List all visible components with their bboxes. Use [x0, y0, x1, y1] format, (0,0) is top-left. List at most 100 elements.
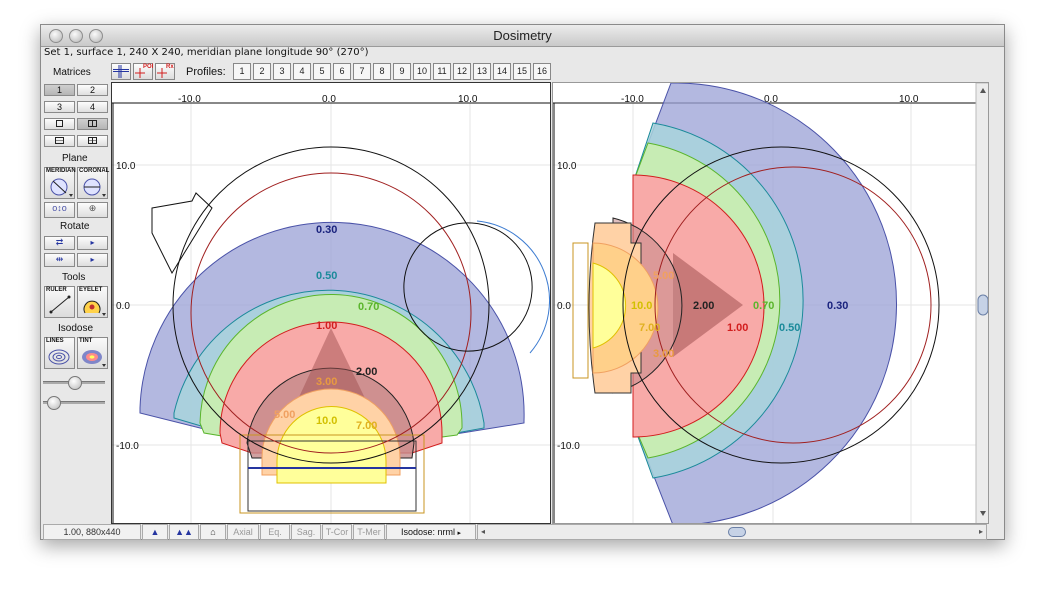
horizontal-scroll-thumb[interactable] [728, 527, 746, 537]
layout-split-vertical-button[interactable] [77, 118, 108, 130]
right-label-1000: 10.0 [631, 300, 652, 312]
tools-label: Tools [62, 272, 86, 283]
contrast-slider-knob[interactable] [47, 396, 61, 410]
coronal-label: CORONAL [79, 168, 110, 174]
title-bar[interactable]: Dosimetry [41, 25, 1004, 47]
axial-view-button[interactable]: Axial [227, 524, 259, 540]
contrast-slider[interactable] [43, 396, 105, 410]
matrix-button-4[interactable]: 4 [77, 101, 108, 113]
profile-button-1[interactable]: 1 [233, 63, 251, 80]
profile-button-7[interactable]: 7 [353, 63, 371, 80]
eyelet-tool-button[interactable]: EYELET [77, 286, 108, 318]
left-label-070: 0.70 [358, 301, 379, 313]
right-label-200: 2.00 [693, 300, 714, 312]
matrix-button-3[interactable]: 3 [44, 101, 75, 113]
right-label-300: 3.00 [653, 348, 674, 360]
right-isodose-plot[interactable]: 5.00 10.0 2.00 0.70 0.30 7.00 1.00 0.50 … [553, 83, 989, 524]
left-optic-nerve [151, 192, 213, 275]
right-label-070: 0.70 [753, 300, 774, 312]
matrix-button-1[interactable]: 1 [44, 84, 75, 96]
isodose-tint-button[interactable]: TINT [77, 337, 108, 369]
flip-plane-button[interactable]: o↕o [44, 202, 75, 218]
profile-button-8[interactable]: 8 [373, 63, 391, 80]
window-title: Dosimetry [493, 28, 552, 43]
rx-sup-label: Rx [166, 64, 174, 70]
meridian-plane-button[interactable]: MERIDIAN [44, 167, 76, 199]
zoom-in-button[interactable]: ▲▲ [169, 524, 199, 540]
profiles-label: Profiles: [186, 66, 226, 78]
plane-toggle-button[interactable]: ⊕ [77, 202, 108, 218]
right-plaque-outline [572, 242, 589, 379]
flip-eyes-icon: o↕o [52, 203, 67, 213]
play-right-icon: ▸ [90, 238, 95, 247]
profile-button-12[interactable]: 12 [453, 63, 471, 80]
home-button[interactable]: ⌂ [200, 524, 226, 540]
layout-single-button[interactable] [44, 118, 75, 130]
layout-quad-button[interactable] [77, 135, 108, 147]
profile-button-3[interactable]: 3 [273, 63, 291, 80]
isodose-mode-menu[interactable]: Isodose: nrml ▸ [386, 524, 476, 540]
tmer-view-button[interactable]: T-Mer [353, 524, 385, 540]
large-mountains-icon: ▲▲ [175, 527, 193, 537]
profile-button-16[interactable]: 16 [533, 63, 551, 80]
info-line: Set 1, surface 1, 240 X 240, meridian pl… [44, 47, 369, 58]
matrix-button-2[interactable]: 2 [77, 84, 108, 96]
profile-button-14[interactable]: 14 [493, 63, 511, 80]
scroll-right-arrow-icon[interactable]: ▸ [979, 525, 983, 539]
brightness-slider[interactable] [43, 376, 105, 390]
ruler-tool-button[interactable]: RULER [44, 286, 75, 318]
plane-label: Plane [62, 153, 88, 164]
meridian-label: MERIDIAN [46, 168, 76, 174]
zoom-out-button[interactable]: ▲ [142, 524, 168, 540]
lines-label: LINES [46, 338, 64, 344]
left-label-200: 2.00 [356, 366, 377, 378]
sagittal-view-button[interactable]: Sag. [291, 524, 321, 540]
rotate-step-button[interactable]: ▸ [77, 236, 108, 250]
equatorial-view-button[interactable]: Eq. [260, 524, 290, 540]
left-isodose-plot[interactable]: 0.30 0.50 0.70 1.00 2.00 3.00 5.00 10.0 … [112, 83, 551, 524]
coronal-plane-button[interactable]: CORONAL [77, 167, 110, 199]
right-label-700: 7.00 [639, 322, 660, 334]
isodose-mode-label: Isodose: nrml [400, 527, 455, 537]
vertical-scroll-thumb[interactable] [977, 294, 988, 316]
rotate-flip-button[interactable]: ⇹ [44, 253, 75, 267]
profile-button-11[interactable]: 11 [433, 63, 451, 80]
rotate-step2-button[interactable]: ▸ [77, 253, 108, 267]
brightness-slider-knob[interactable] [68, 376, 82, 390]
profile-button-13[interactable]: 13 [473, 63, 491, 80]
plane-toggle-icon: ⊕ [88, 203, 97, 213]
tcor-view-button[interactable]: T-Cor [322, 524, 352, 540]
profile-button-6[interactable]: 6 [333, 63, 351, 80]
profile-button-2[interactable]: 2 [253, 63, 271, 80]
left-label-300: 3.00 [316, 376, 337, 388]
left-y-tick-0: 0.0 [116, 301, 130, 312]
right-plot-panel[interactable]: 5.00 10.0 2.00 0.70 0.30 7.00 1.00 0.50 … [552, 82, 989, 524]
isodose-lines-button[interactable]: LINES [44, 337, 75, 369]
profile-button-9[interactable]: 9 [393, 63, 411, 80]
right-x-tick-0: 0.0 [764, 94, 778, 105]
rotate-cw-button[interactable]: ⇄ [44, 236, 75, 250]
left-label-030: 0.30 [316, 224, 337, 236]
rx-tool-button[interactable]: Rx [155, 63, 175, 80]
scroll-left-arrow-icon[interactable]: ◂ [481, 525, 485, 539]
zoom-readout: 1.00, 880x440 [43, 524, 141, 540]
left-y-tick-10: 10.0 [116, 161, 136, 172]
profile-button-4[interactable]: 4 [293, 63, 311, 80]
right-label-100: 1.00 [727, 322, 748, 334]
right-x-tick-10: 10.0 [899, 94, 919, 105]
right-y-tick--10: -10.0 [557, 441, 580, 452]
crosshair-tool-button[interactable] [111, 63, 131, 80]
horizontal-scrollbar[interactable]: ◂ ▸ [477, 524, 987, 540]
quad-view-icon [88, 137, 97, 144]
left-plot-panel[interactable]: 0.30 0.50 0.70 1.00 2.00 3.00 5.00 10.0 … [111, 82, 551, 524]
poi-sup-label: POI [143, 64, 154, 70]
profile-button-10[interactable]: 10 [413, 63, 431, 80]
ruler-label: RULER [46, 287, 67, 293]
profile-button-5[interactable]: 5 [313, 63, 331, 80]
layout-split-horizontal-button[interactable] [44, 135, 75, 147]
right-label-030: 0.30 [827, 300, 848, 312]
single-view-icon [56, 120, 63, 127]
profile-button-15[interactable]: 15 [513, 63, 531, 80]
poi-tool-button[interactable]: POI [133, 63, 153, 80]
vertical-scrollbar[interactable] [975, 83, 989, 524]
